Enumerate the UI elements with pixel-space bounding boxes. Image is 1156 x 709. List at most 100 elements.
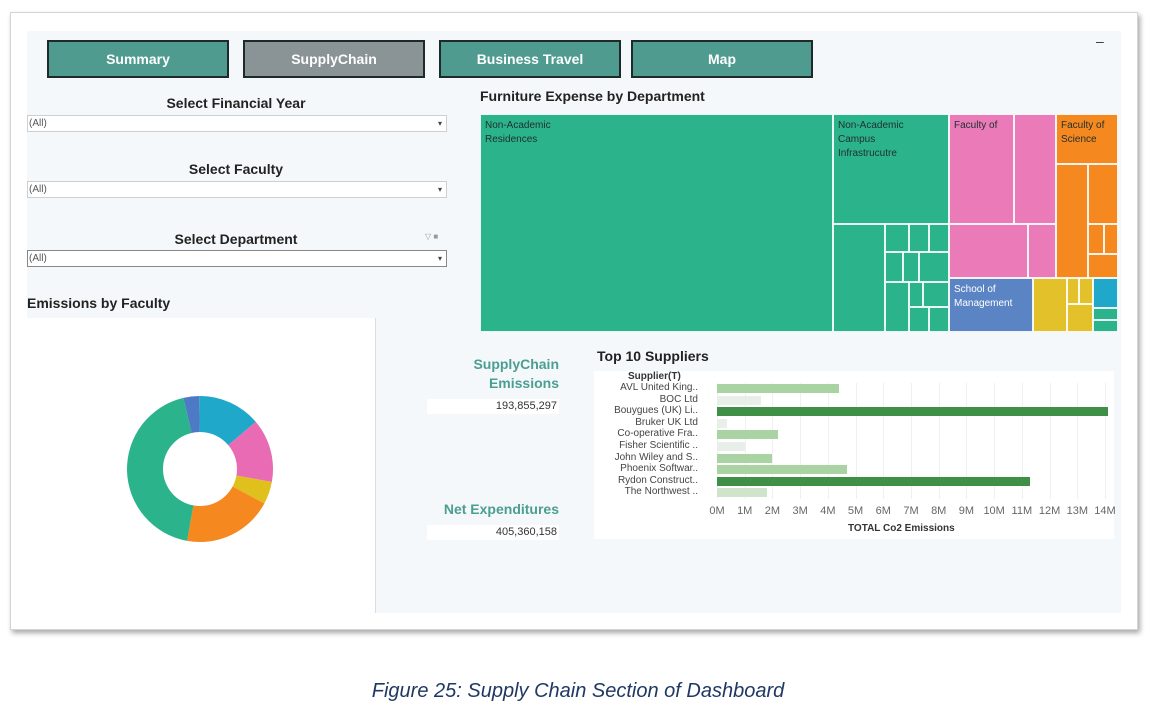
- gridline: [1077, 383, 1079, 499]
- treemap-cell-yellow[interactable]: [1067, 304, 1093, 332]
- supplier-bar[interactable]: [717, 395, 762, 405]
- treemap-cell-small[interactable]: [885, 252, 903, 282]
- treemap-cell-orange[interactable]: [1088, 254, 1118, 278]
- donut-slice[interactable]: [126, 397, 194, 541]
- emissions-by-faculty-title: Emissions by Faculty: [27, 295, 171, 311]
- emissions-donut-chart[interactable]: [27, 318, 376, 613]
- gridline: [1049, 383, 1051, 499]
- supplier-label: Co-operative Fra..: [617, 428, 698, 440]
- supplier-bar[interactable]: [717, 384, 839, 393]
- chevron-down-icon: ▾: [437, 185, 442, 194]
- supplier-label: Fisher Scientific ..: [619, 440, 698, 451]
- summary-button[interactable]: Summary: [47, 40, 229, 78]
- treemap-cell-small[interactable]: [923, 282, 949, 307]
- treemap-cell-faculty-of[interactable]: Faculty of: [949, 114, 1014, 224]
- treemap-cell-small[interactable]: [903, 252, 919, 282]
- donut-panel: [27, 318, 376, 613]
- treemap-label-residences: Non-Academic Residences: [485, 120, 551, 145]
- x-tick-label: 13M: [1066, 505, 1088, 517]
- x-tick-label: 0M: [709, 505, 725, 517]
- x-tick-label: 8M: [931, 505, 947, 517]
- x-tick-label: 5M: [847, 505, 864, 517]
- x-tick-label: 14M: [1094, 505, 1116, 517]
- supplier-label: The Northwest ..: [624, 486, 698, 498]
- supplier-bar[interactable]: [717, 442, 745, 451]
- gridline: [1105, 383, 1106, 499]
- treemap-cell-science[interactable]: Faculty of Science: [1056, 114, 1118, 164]
- x-tick-label: 11M: [1011, 505, 1033, 517]
- x-tick-label: 6M: [875, 505, 891, 517]
- treemap-cell-small[interactable]: [909, 224, 929, 252]
- treemap-cell-yellow[interactable]: [1033, 278, 1067, 332]
- business-travel-button[interactable]: Business Travel: [439, 40, 621, 78]
- filter-icon[interactable]: ▽ ■: [425, 232, 438, 241]
- chevron-down-icon: ▾: [437, 254, 442, 263]
- department-value: (All): [29, 253, 47, 264]
- treemap-cell-small[interactable]: [909, 307, 929, 332]
- treemap-cell-green-small[interactable]: [1093, 308, 1118, 320]
- treemap-label-science: Faculty of Science: [1061, 120, 1105, 145]
- x-tick-label: 3M: [792, 505, 808, 517]
- supplier-bar[interactable]: [717, 465, 848, 475]
- treemap-cell-orange[interactable]: [1056, 164, 1088, 278]
- supplychain-button[interactable]: SupplyChain: [243, 40, 425, 78]
- x-tick-label: 1M: [737, 505, 753, 517]
- supplychain-emissions-value: 193,855,297: [427, 399, 559, 414]
- treemap-cell-orange[interactable]: [1088, 164, 1118, 224]
- x-tick-label: 10M: [983, 505, 1005, 517]
- treemap-cell-management[interactable]: School of Management: [949, 278, 1033, 332]
- figure-caption: Figure 25: Supply Chain Section of Dashb…: [371, 680, 785, 702]
- treemap-cell-small[interactable]: [929, 307, 949, 332]
- treemap-cell-pink[interactable]: [1028, 224, 1056, 278]
- supplychain-emissions-title: SupplyChain Emissions: [419, 355, 559, 393]
- treemap-cell-pink[interactable]: [949, 224, 1028, 278]
- treemap-cell-small[interactable]: [885, 282, 909, 332]
- faculty-title: Select Faculty: [188, 161, 284, 177]
- supplier-label: Phoenix Softwar..: [620, 463, 698, 475]
- x-tick-label: 4M: [820, 505, 836, 517]
- treemap-cell-residences[interactable]: Non-Academic Residences: [480, 114, 833, 332]
- treemap-cell-yellow[interactable]: [1067, 278, 1079, 304]
- supplier-label: Bouygues (UK) Li..: [614, 405, 698, 417]
- treemap-label-faculty-of: Faculty of: [954, 120, 998, 131]
- supplier-bar[interactable]: [717, 488, 767, 498]
- x-tick-label: 12M: [1038, 505, 1061, 517]
- map-button[interactable]: Map: [631, 40, 813, 78]
- faculty-value: (All): [29, 184, 47, 195]
- faculty-dropdown[interactable]: (All) ▾: [27, 181, 447, 198]
- financial-year-title: Select Financial Year: [166, 95, 306, 111]
- supplychain-emissions-title-line2: Emissions: [488, 375, 559, 391]
- supplier-bar[interactable]: [717, 430, 778, 440]
- x-axis-label: TOTAL Co2 Emissions: [848, 523, 955, 534]
- furniture-treemap[interactable]: Non-Academic Residences Non-Academic Cam…: [480, 114, 1118, 332]
- department-dropdown[interactable]: (All) ▾: [27, 250, 447, 267]
- financial-year-dropdown[interactable]: (All) ▾: [27, 115, 447, 132]
- supplier-label: AVL United King..: [620, 382, 698, 393]
- minimize-button[interactable]: –: [1096, 33, 1104, 49]
- treemap-cell-campus[interactable]: Non-Academic Campus Infrastrucutre: [833, 114, 949, 224]
- financial-year-value: (All): [29, 118, 47, 129]
- treemap-cell-yellow[interactable]: [1079, 278, 1093, 304]
- department-title: Select Department: [174, 231, 298, 247]
- supplier-label: Rydon Construct..: [617, 474, 698, 486]
- treemap-cell-small[interactable]: [929, 224, 949, 252]
- x-tick-label: 9M: [958, 505, 975, 517]
- chevron-down-icon: ▾: [437, 119, 442, 128]
- supplier-bar[interactable]: [717, 418, 727, 428]
- treemap-cell-cyan[interactable]: [1093, 278, 1118, 308]
- treemap-cell-green-small[interactable]: [1093, 320, 1118, 332]
- treemap-cell-orange[interactable]: [1104, 224, 1118, 254]
- treemap-cell-small[interactable]: [885, 224, 909, 252]
- supplier-bar[interactable]: [717, 476, 1031, 486]
- supplier-label: John Wiley and S..: [614, 451, 698, 463]
- treemap-title: Furniture Expense by Department: [480, 88, 705, 104]
- supplier-bar[interactable]: [717, 453, 773, 463]
- treemap-cell-small[interactable]: [919, 252, 949, 282]
- top-suppliers-chart[interactable]: Supplier(T) AVL United King.. BOC Ltd Bouy…: [594, 371, 1116, 539]
- treemap-cell-small[interactable]: [833, 224, 885, 332]
- treemap-label-management: School of Management: [954, 284, 1013, 309]
- treemap-cell-small[interactable]: [909, 282, 923, 307]
- treemap-cell-pink[interactable]: [1014, 114, 1056, 224]
- treemap-cell-orange[interactable]: [1088, 224, 1104, 254]
- supplier-bar[interactable]: [717, 407, 1108, 417]
